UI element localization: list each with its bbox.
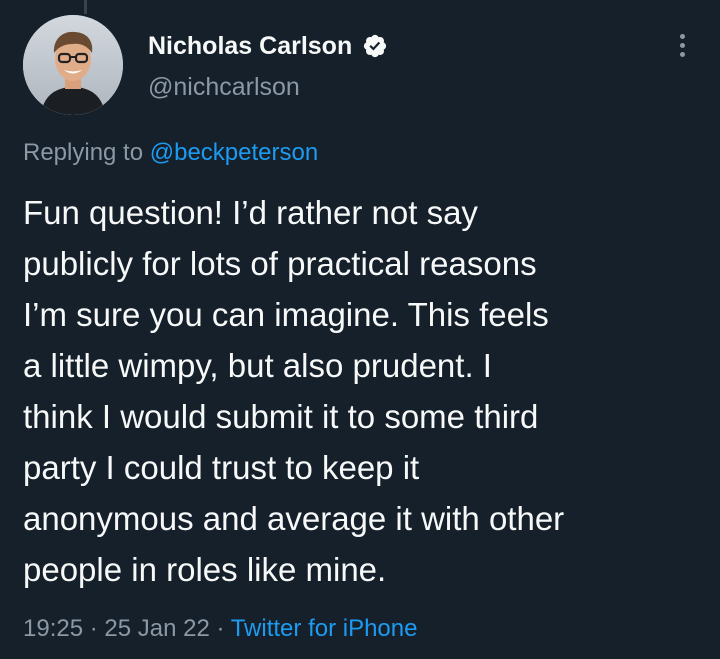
author-display-name[interactable]: Nicholas Carlson	[148, 32, 352, 61]
replied-user-link[interactable]: @beckpeterson	[150, 139, 318, 166]
replying-to-label: Replying to	[23, 139, 150, 166]
tweet-date[interactable]: 25 Jan 22	[104, 615, 209, 642]
thread-connector-line	[84, 0, 87, 14]
verified-badge-icon	[362, 33, 388, 59]
meta-separator: ·	[209, 615, 231, 642]
more-dot	[679, 42, 685, 48]
more-dot	[679, 51, 685, 57]
replying-to-line: Replying to @beckpeterson	[23, 139, 318, 167]
tweet-metadata: 19:25 · 25 Jan 22 · Twitter for iPhone	[23, 615, 417, 643]
tweet-source-link[interactable]: Twitter for iPhone	[231, 615, 418, 642]
author-name-row[interactable]: Nicholas Carlson	[148, 30, 388, 62]
tweet-time[interactable]: 19:25	[23, 615, 83, 642]
more-options-icon[interactable]	[670, 28, 694, 62]
meta-separator: ·	[83, 615, 105, 642]
tweet-text: Fun question! I’d rather not say publicl…	[23, 194, 565, 588]
more-dot	[679, 33, 685, 39]
profile-photo	[23, 15, 123, 115]
author-handle[interactable]: @nichcarlson	[148, 73, 300, 102]
avatar[interactable]	[23, 15, 123, 115]
